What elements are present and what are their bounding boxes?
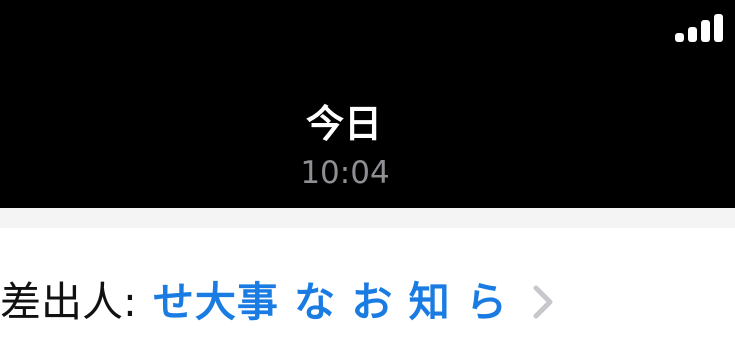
chevron-right-icon[interactable] <box>528 282 558 322</box>
date-title: 今日 <box>305 102 382 146</box>
message-screen: 今日 10:04 差出人: せ大事 な お 知 ら <box>0 0 735 338</box>
time-label: 10:04 <box>300 155 390 191</box>
sender-label: 差出人: <box>0 278 137 326</box>
sender-name-link[interactable]: せ大事 な お 知 ら <box>153 270 508 334</box>
header-divider <box>0 208 735 228</box>
sender-row[interactable]: 差出人: せ大事 な お 知 ら <box>0 270 558 334</box>
cellular-signal-icon <box>675 14 727 42</box>
conversation-header: 今日 10:04 <box>0 0 735 208</box>
